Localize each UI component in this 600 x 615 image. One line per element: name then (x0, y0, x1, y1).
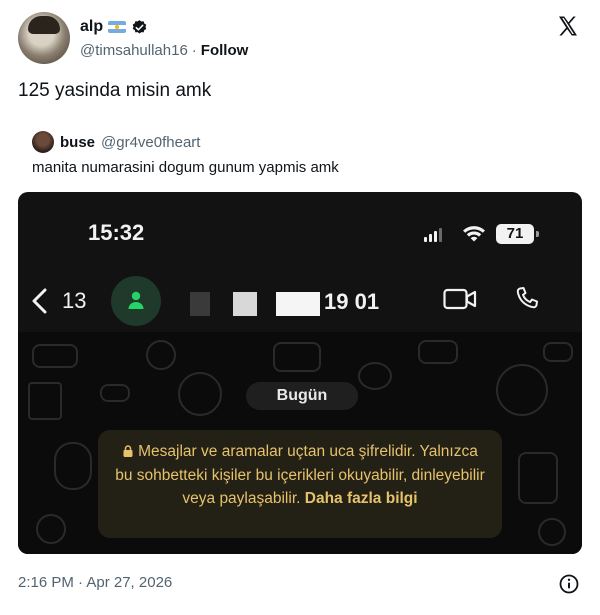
author-handle[interactable]: @timsahullah16 (80, 42, 188, 59)
encryption-notice[interactable]: Mesajlar ve aramalar uçtan uca şifrelidi… (98, 430, 502, 538)
contact-number-suffix[interactable]: 19 01 (324, 289, 379, 315)
quote-header[interactable]: buse @gr4ve0fheart (32, 131, 200, 153)
cellular-signal-icon (424, 228, 442, 242)
quote-author-name[interactable]: buse (60, 134, 95, 151)
quote-text: manita numarasini dogum gunum yapmis amk (32, 159, 339, 176)
x-logo-icon[interactable] (556, 14, 580, 38)
tweet-text: 125 yasinda misin amk (18, 80, 212, 101)
lock-icon (123, 445, 133, 457)
redacted-block (233, 292, 257, 316)
quote-author-avatar[interactable] (32, 131, 54, 153)
argentina-flag-icon (108, 21, 127, 33)
wifi-icon (463, 226, 485, 242)
voice-call-icon[interactable] (515, 286, 539, 310)
back-chevron-icon[interactable] (30, 288, 48, 314)
follow-button[interactable]: Follow (201, 42, 249, 59)
person-icon (128, 291, 144, 309)
battery-indicator: 71 (496, 224, 539, 244)
learn-more-link[interactable]: Daha fazla bilgi (305, 490, 418, 507)
author-handle-line: @timsahullah16 · Follow (80, 42, 248, 59)
separator-dot: · (191, 42, 197, 59)
encryption-text: Mesajlar ve aramalar uçtan uca şifrelidi… (115, 443, 485, 507)
attached-screenshot[interactable]: 15:32 71 13 19 01 Bugün Mesajlar ve aram… (18, 192, 582, 554)
tweet-header: alp @timsahullah16 · Follow (18, 12, 584, 68)
status-bar-time: 15:32 (88, 220, 145, 245)
quote-author-handle[interactable]: @gr4ve0fheart (101, 134, 200, 151)
author-name-line: alp (80, 18, 148, 36)
redacted-block (276, 292, 320, 316)
verified-badge-icon (132, 19, 147, 34)
info-icon[interactable] (559, 574, 579, 594)
redacted-block (190, 292, 210, 316)
author-avatar[interactable] (18, 12, 70, 64)
date-separator-pill: Bugün (246, 382, 358, 410)
video-call-icon[interactable] (443, 288, 477, 310)
unread-count[interactable]: 13 (62, 288, 86, 314)
contact-avatar[interactable] (111, 276, 161, 326)
author-display-name[interactable]: alp (80, 18, 103, 36)
tweet-timestamp[interactable]: 2:16 PM · Apr 27, 2026 (18, 574, 172, 591)
